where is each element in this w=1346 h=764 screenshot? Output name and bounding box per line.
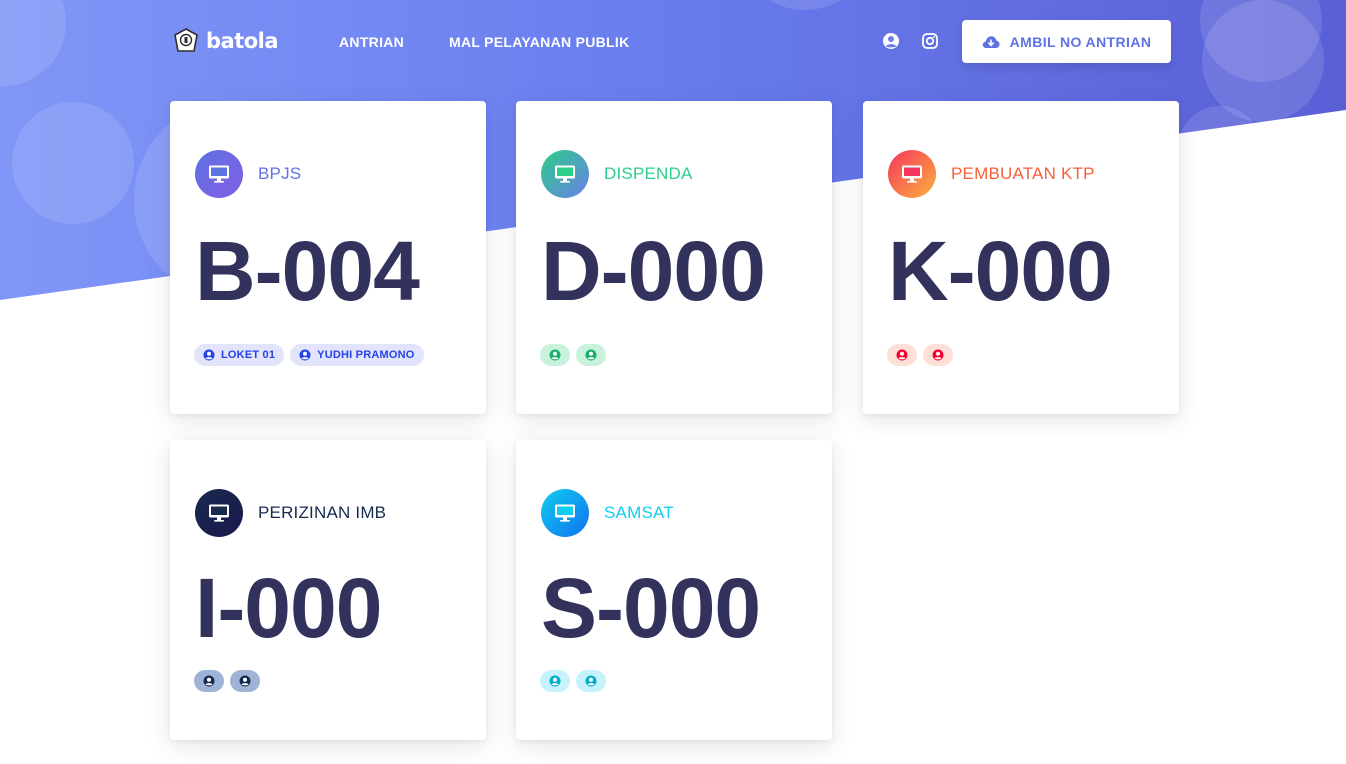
- loket-badge: [540, 670, 570, 692]
- badge-label: LOKET 01: [221, 349, 276, 361]
- brand[interactable]: batola: [172, 27, 279, 55]
- card-header: DISPENDA: [541, 150, 693, 198]
- ticket-number: I-000: [195, 561, 382, 655]
- card-header: PERIZINAN IMB: [195, 489, 386, 537]
- card-header: SAMSAT: [541, 489, 674, 537]
- officer-badge: [576, 344, 606, 366]
- ambil-no-antrian-button[interactable]: AMBIL NO ANTRIAN: [962, 20, 1171, 63]
- user-circle-icon: [549, 349, 561, 361]
- officer-badge: [230, 670, 260, 692]
- brand-logo-icon: [174, 28, 198, 52]
- user-circle-icon: [932, 349, 944, 361]
- loket-badge: [194, 670, 224, 692]
- loket-badge: [540, 344, 570, 366]
- user-circle-icon[interactable]: [882, 32, 900, 50]
- queue-card-bpjs: BPJS B-004 LOKET 01 YUDHI PRAMONO: [170, 101, 486, 414]
- card-header: PEMBUATAN KTP: [888, 150, 1095, 198]
- officer-badge: [576, 670, 606, 692]
- ticket-number: B-004: [195, 224, 420, 318]
- officer-badge: YUDHI PRAMONO: [290, 344, 424, 366]
- ticket-number: D-000: [541, 224, 766, 318]
- desktop-icon: [195, 150, 243, 198]
- user-circle-icon: [549, 675, 561, 687]
- decor-bubble: [1202, 0, 1324, 122]
- counter-badges: [194, 670, 260, 692]
- service-name: BPJS: [258, 164, 302, 183]
- counter-badges: [540, 670, 606, 692]
- card-header: BPJS: [195, 150, 301, 198]
- queue-card-samsat: SAMSAT S-000: [516, 440, 832, 740]
- counter-badges: [887, 344, 953, 366]
- user-circle-icon: [585, 349, 597, 361]
- user-circle-icon: [585, 675, 597, 687]
- user-circle-icon: [299, 349, 311, 361]
- user-circle-icon: [203, 675, 215, 687]
- service-name: PEMBUATAN KTP: [951, 164, 1095, 183]
- instagram-icon[interactable]: [921, 32, 939, 50]
- service-name: DISPENDA: [604, 164, 693, 183]
- cta-label: AMBIL NO ANTRIAN: [1009, 33, 1152, 50]
- ticket-number: K-000: [888, 224, 1113, 318]
- decor-bubble: [745, 0, 865, 10]
- user-circle-icon: [203, 349, 215, 361]
- brand-name: batola: [206, 29, 279, 53]
- desktop-icon: [541, 489, 589, 537]
- queue-card-perizinan-imb: PERIZINAN IMB I-000: [170, 440, 486, 740]
- ticket-number: S-000: [541, 561, 761, 655]
- queue-card-dispenda: DISPENDA D-000: [516, 101, 832, 414]
- nav-link-antrian[interactable]: ANTRIAN: [339, 34, 404, 50]
- badge-label: YUDHI PRAMONO: [317, 349, 415, 361]
- decor-bubble: [12, 102, 134, 224]
- cloud-download-icon: [982, 35, 1000, 48]
- queue-card-pembuatan-ktp: PEMBUATAN KTP K-000: [863, 101, 1179, 414]
- user-circle-icon: [239, 675, 251, 687]
- counter-badges: [540, 344, 606, 366]
- service-name: PERIZINAN IMB: [258, 503, 387, 522]
- decor-bubble: [0, 0, 66, 86]
- desktop-icon: [541, 150, 589, 198]
- service-name: SAMSAT: [604, 503, 674, 522]
- user-circle-icon: [896, 349, 908, 361]
- loket-badge: LOKET 01: [194, 344, 285, 366]
- navbar: batola ANTRIAN MAL PELAYANAN PUBLIK AMBI…: [170, 20, 1171, 64]
- counter-badges: LOKET 01 YUDHI PRAMONO: [194, 344, 424, 366]
- officer-badge: [923, 344, 953, 366]
- loket-badge: [887, 344, 917, 366]
- decor-bubble: [1178, 106, 1262, 190]
- desktop-icon: [888, 150, 936, 198]
- desktop-icon: [195, 489, 243, 537]
- nav-link-mal-pelayanan-publik[interactable]: MAL PELAYANAN PUBLIK: [449, 34, 630, 50]
